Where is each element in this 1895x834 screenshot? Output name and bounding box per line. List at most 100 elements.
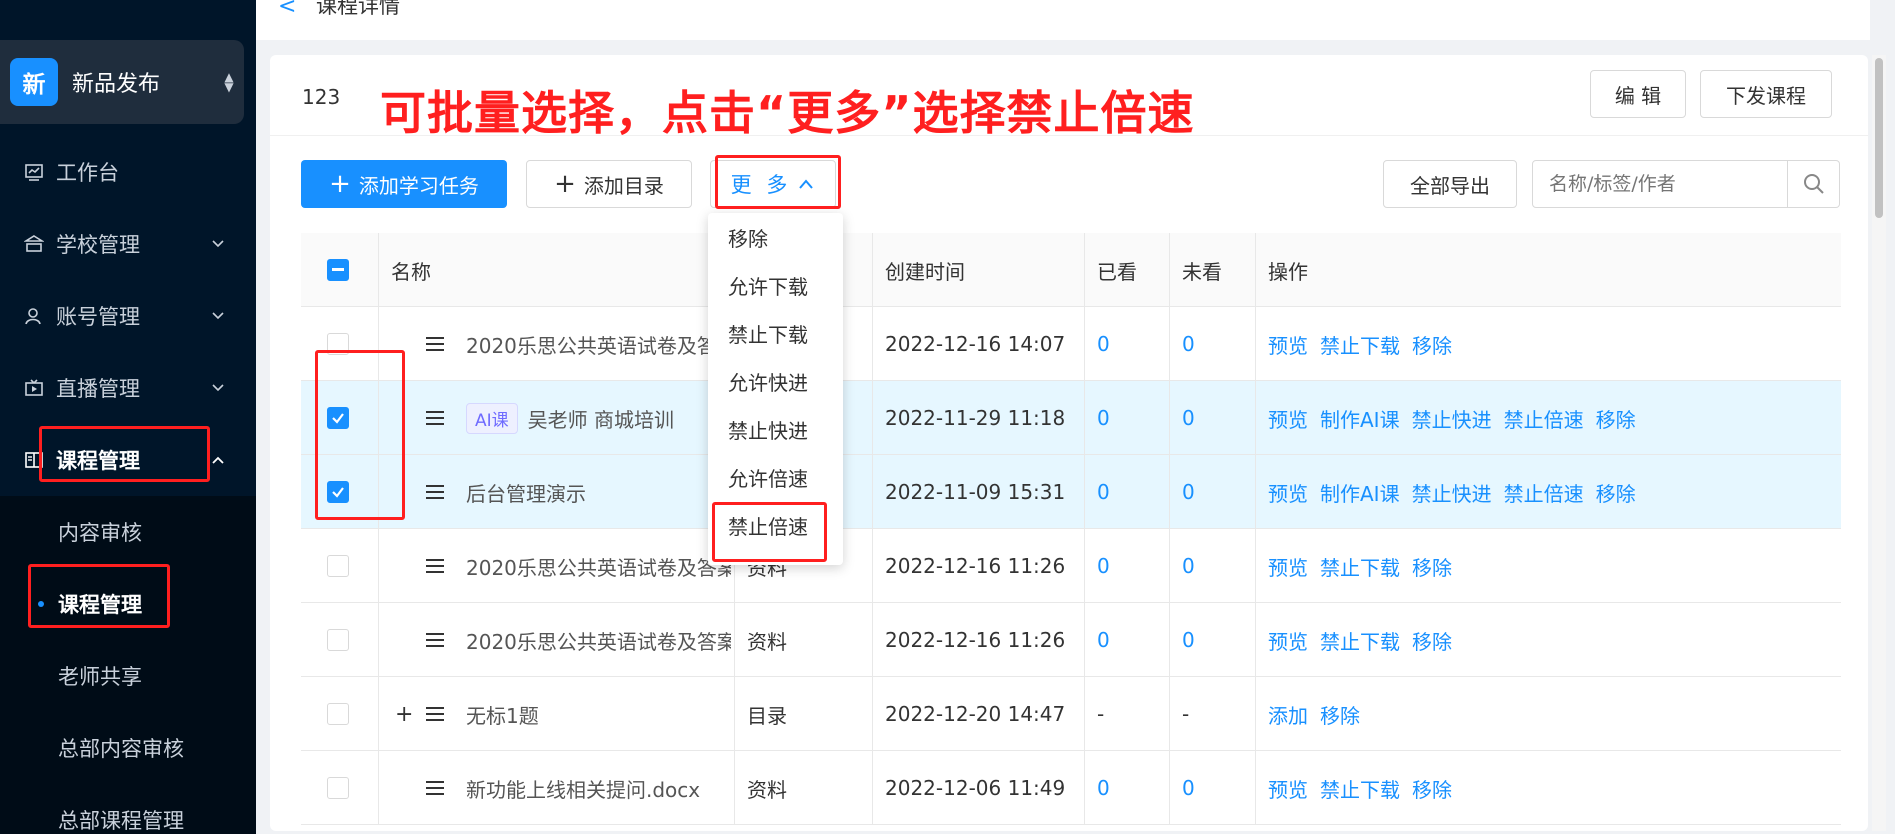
row-checkbox[interactable] bbox=[327, 677, 357, 751]
search-input[interactable] bbox=[1532, 160, 1788, 208]
row-op-link[interactable]: 制作AI课 bbox=[1320, 404, 1400, 433]
row-op-link[interactable]: 移除 bbox=[1596, 404, 1636, 433]
row-op-link[interactable]: 禁止倍速 bbox=[1504, 478, 1584, 507]
row-op-link[interactable]: 禁止快进 bbox=[1412, 478, 1492, 507]
row-op-link[interactable]: 移除 bbox=[1320, 700, 1360, 729]
row-seen[interactable]: 0 bbox=[1097, 751, 1110, 825]
dropdown-item-allow-fastforward[interactable]: 允许快进 bbox=[708, 357, 843, 405]
course-id: 123 bbox=[302, 85, 341, 109]
row-seen[interactable]: 0 bbox=[1097, 603, 1110, 677]
row-unseen[interactable]: 0 bbox=[1182, 455, 1195, 529]
row-op-link[interactable]: 添加 bbox=[1268, 700, 1308, 729]
annotation-box-course-menu bbox=[39, 426, 210, 482]
row-checkbox[interactable] bbox=[327, 603, 357, 677]
row-checkbox[interactable] bbox=[327, 751, 357, 825]
row-name: 2020乐思公共英语试卷及答案_1 bbox=[466, 603, 731, 677]
search-button[interactable] bbox=[1788, 160, 1840, 208]
dropdown-item-forbid-download[interactable]: 禁止下载 bbox=[708, 309, 843, 357]
dropdown-item-allow-speed[interactable]: 允许倍速 bbox=[708, 453, 843, 501]
submenu-item-label: 总部课程管理 bbox=[58, 809, 184, 833]
row-op-link[interactable]: 移除 bbox=[1596, 478, 1636, 507]
row-unseen[interactable]: - bbox=[1182, 677, 1189, 751]
row-op-link[interactable]: 移除 bbox=[1412, 774, 1452, 803]
select-all-checkbox[interactable] bbox=[327, 233, 357, 307]
add-dir-button[interactable]: + 添加目录 bbox=[526, 160, 692, 208]
row-unseen[interactable]: 0 bbox=[1182, 751, 1195, 825]
user-icon bbox=[22, 304, 46, 328]
row-unseen[interactable]: 0 bbox=[1182, 603, 1195, 677]
submenu-item-hq-course[interactable]: 总部课程管理 bbox=[0, 784, 256, 834]
drag-handle-icon[interactable] bbox=[425, 751, 445, 825]
row-op-link[interactable]: 移除 bbox=[1412, 552, 1452, 581]
annotation-box-more bbox=[715, 155, 841, 209]
row-op-link[interactable]: 预览 bbox=[1268, 626, 1308, 655]
row-name-text: 吴老师 商城培训 bbox=[527, 407, 675, 432]
sidebar: 新 新品发布 ▲ ▼ 工作台 学校管理 账号管理 直播管理 课程管理 内容审核 … bbox=[0, 0, 256, 834]
table-row[interactable]: 后台管理演示历史课堂2022-11-09 15:3100预览制作AI课禁止快进禁… bbox=[301, 455, 1841, 529]
table-row[interactable]: 2020乐思公共英语试卷及答案 资料 2022-12-16 11:26 0 0 预览 禁止下… bbox=[301, 529, 1841, 603]
row-seen[interactable]: 0 bbox=[1097, 529, 1110, 603]
row-op-link[interactable]: 移除 bbox=[1412, 330, 1452, 359]
drag-handle-icon[interactable] bbox=[425, 381, 445, 455]
org-switcher[interactable]: 新 新品发布 ▲ ▼ bbox=[0, 40, 244, 124]
export-all-button[interactable]: 全部导出 bbox=[1383, 160, 1517, 208]
row-name: 无标1题 bbox=[466, 677, 731, 751]
table-row[interactable]: 2020乐思公共英语试卷及答案_1 资料 2022-12-16 11:26 0 0 预览禁… bbox=[301, 603, 1841, 677]
sidebar-item-account[interactable]: 账号管理 bbox=[0, 280, 256, 352]
row-op-link[interactable]: 预览 bbox=[1268, 774, 1308, 803]
school-icon bbox=[22, 232, 46, 256]
edit-button[interactable]: 编 辑 bbox=[1590, 70, 1686, 118]
back-icon[interactable]: < bbox=[278, 0, 296, 19]
row-op-link[interactable]: 预览 bbox=[1268, 330, 1308, 359]
dropdown-item-allow-download[interactable]: 允许下载 bbox=[708, 261, 843, 309]
drag-handle-icon[interactable] bbox=[425, 677, 445, 751]
submenu-item-label: 内容审核 bbox=[58, 521, 142, 545]
add-task-button[interactable]: + 添加学习任务 bbox=[301, 160, 507, 208]
sidebar-item-live[interactable]: 直播管理 bbox=[0, 352, 256, 424]
row-op-link[interactable]: 制作AI课 bbox=[1320, 478, 1400, 507]
row-seen[interactable]: 0 bbox=[1097, 455, 1110, 529]
chevron-down-icon bbox=[208, 306, 228, 326]
row-op-link[interactable]: 预览 bbox=[1268, 404, 1308, 433]
sidebar-item-school[interactable]: 学校管理 bbox=[0, 208, 256, 280]
dropdown-item-forbid-fastforward[interactable]: 禁止快进 bbox=[708, 405, 843, 453]
row-op-link[interactable]: 移除 bbox=[1412, 626, 1452, 655]
table-row[interactable]: 新功能上线相关提问.docx 资料 2022-12-06 11:49 0 0 预览 禁止下载… bbox=[301, 751, 1841, 825]
row-unseen[interactable]: 0 bbox=[1182, 381, 1195, 455]
expand-icon[interactable]: + bbox=[395, 677, 413, 751]
table-row[interactable]: AI课吴老师 商城培训历史课堂2022-11-29 11:1800预览制作AI课… bbox=[301, 381, 1841, 455]
row-op-link[interactable]: 禁止下载 bbox=[1320, 626, 1400, 655]
row-op-link[interactable]: 禁止快进 bbox=[1412, 404, 1492, 433]
row-op-link[interactable]: 禁止下载 bbox=[1320, 330, 1400, 359]
row-type: 资料 bbox=[747, 629, 787, 654]
table-row[interactable]: + 无标1题 目录 2022-12-20 14:47 - - 添加 移除 bbox=[301, 677, 1841, 751]
scrollbar-thumb[interactable] bbox=[1875, 58, 1883, 218]
breadcrumb: 课程详情 bbox=[316, 0, 400, 18]
row-op-link[interactable]: 禁止倍速 bbox=[1504, 404, 1584, 433]
row-unseen[interactable]: 0 bbox=[1182, 529, 1195, 603]
row-op-link[interactable]: 预览 bbox=[1268, 478, 1308, 507]
table-header-row: 名称 类型 创建时间 已看 未看 操作 bbox=[301, 233, 1841, 307]
row-created: 2022-12-16 11:26 bbox=[885, 554, 1066, 578]
drag-handle-icon[interactable] bbox=[425, 455, 445, 529]
drag-handle-icon[interactable] bbox=[425, 529, 445, 603]
row-op-link[interactable]: 预览 bbox=[1268, 552, 1308, 581]
row-seen[interactable]: 0 bbox=[1097, 307, 1110, 381]
drag-handle-icon[interactable] bbox=[425, 307, 445, 381]
submenu-item-content-review[interactable]: 内容审核 bbox=[0, 496, 256, 568]
submenu-item-hq-review[interactable]: 总部内容审核 bbox=[0, 712, 256, 784]
row-seen[interactable]: 0 bbox=[1097, 381, 1110, 455]
plus-icon: + bbox=[329, 169, 351, 199]
drag-handle-icon[interactable] bbox=[425, 603, 445, 677]
dropdown-item-remove[interactable]: 移除 bbox=[708, 213, 843, 261]
submenu-item-teacher-share[interactable]: 老师共享 bbox=[0, 640, 256, 712]
row-op-link[interactable]: 禁止下载 bbox=[1320, 552, 1400, 581]
publish-course-button[interactable]: 下发课程 bbox=[1700, 70, 1832, 118]
row-unseen[interactable]: 0 bbox=[1182, 307, 1195, 381]
row-checkbox[interactable] bbox=[327, 529, 357, 603]
table-row[interactable]: 2020乐思公共英语试卷及答案资料2022-12-16 14:0700预览禁止下… bbox=[301, 307, 1841, 381]
sidebar-item-dashboard[interactable]: 工作台 bbox=[0, 136, 256, 208]
row-seen[interactable]: - bbox=[1097, 677, 1104, 751]
row-op-link[interactable]: 禁止下载 bbox=[1320, 774, 1400, 803]
submenu-item-label: 总部内容审核 bbox=[58, 737, 184, 761]
